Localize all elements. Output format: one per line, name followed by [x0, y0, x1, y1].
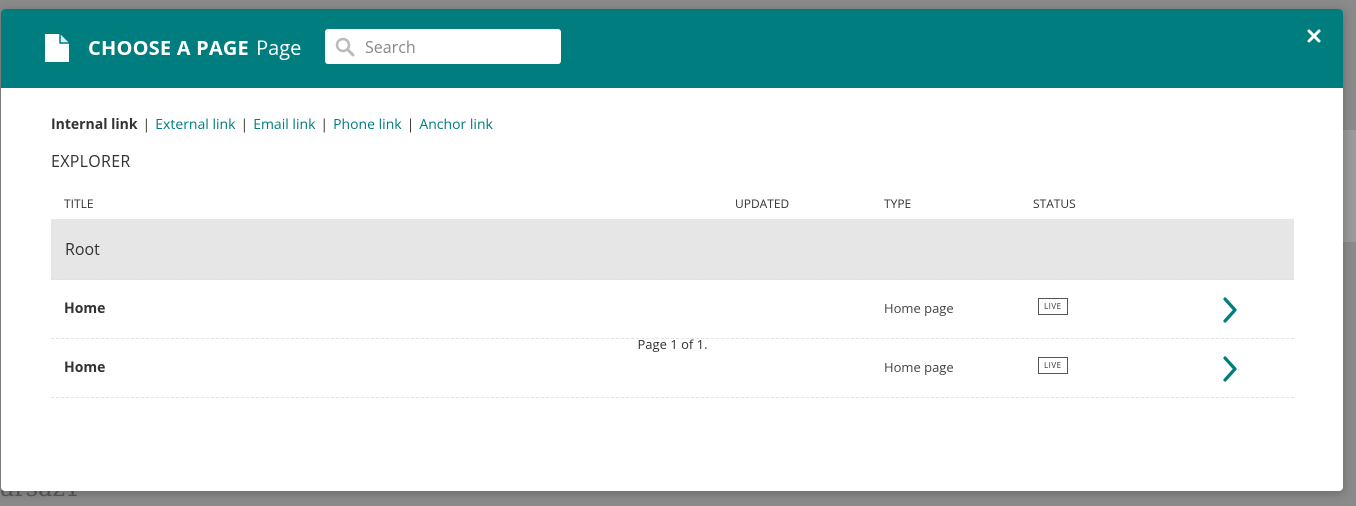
- document-icon: [45, 34, 69, 62]
- link-separator: |: [240, 115, 249, 134]
- table-header: TITLE UPDATED TYPE STATUS: [51, 193, 1294, 219]
- explorer-table: TITLE UPDATED TYPE STATUS Root Home Home…: [51, 193, 1294, 398]
- table-row: Home Home page LIVE: [51, 280, 1294, 339]
- column-updated: UPDATED: [735, 195, 790, 212]
- column-title: TITLE: [64, 195, 94, 212]
- chevron-right-icon[interactable]: [1221, 355, 1239, 383]
- background-panel: [1343, 130, 1356, 242]
- chevron-right-icon[interactable]: [1221, 296, 1239, 324]
- column-type: TYPE: [884, 195, 912, 212]
- link-type-nav: Internal link | External link | Email link | P…: [51, 115, 493, 134]
- link-type-internal: Internal link: [51, 115, 138, 134]
- page-title-link[interactable]: Home: [64, 358, 105, 377]
- link-separator: |: [320, 115, 329, 134]
- modal-title-sub: Page: [256, 34, 302, 61]
- link-type-anchor[interactable]: Anchor link: [419, 115, 493, 134]
- column-status: STATUS: [1033, 195, 1076, 212]
- close-icon[interactable]: [1305, 27, 1323, 45]
- page-type: Home page: [884, 358, 954, 376]
- status-badge: LIVE: [1038, 298, 1068, 315]
- page-title-link[interactable]: Home: [64, 299, 105, 318]
- modal-title-strong: CHOOSE A PAGE: [88, 34, 249, 61]
- pagination-status: Page 1 of 1.: [637, 335, 708, 353]
- root-label: Root: [65, 238, 100, 260]
- link-type-email[interactable]: Email link: [253, 115, 315, 134]
- link-separator: |: [406, 115, 415, 134]
- page-type: Home page: [884, 299, 954, 317]
- modal-title: CHOOSE A PAGE Page: [88, 33, 301, 63]
- search-input[interactable]: [365, 29, 555, 64]
- link-separator: |: [142, 115, 151, 134]
- modal-header: CHOOSE A PAGE Page: [1, 9, 1343, 88]
- search-box: [325, 29, 561, 64]
- link-type-phone[interactable]: Phone link: [333, 115, 402, 134]
- link-type-external[interactable]: External link: [155, 115, 235, 134]
- root-row: Root: [51, 219, 1294, 280]
- choose-page-modal: CHOOSE A PAGE Page Internal link|Externa…: [1, 9, 1343, 491]
- search-icon: [335, 37, 355, 57]
- status-badge: LIVE: [1038, 357, 1068, 374]
- explorer-title: EXPLORER: [51, 150, 131, 172]
